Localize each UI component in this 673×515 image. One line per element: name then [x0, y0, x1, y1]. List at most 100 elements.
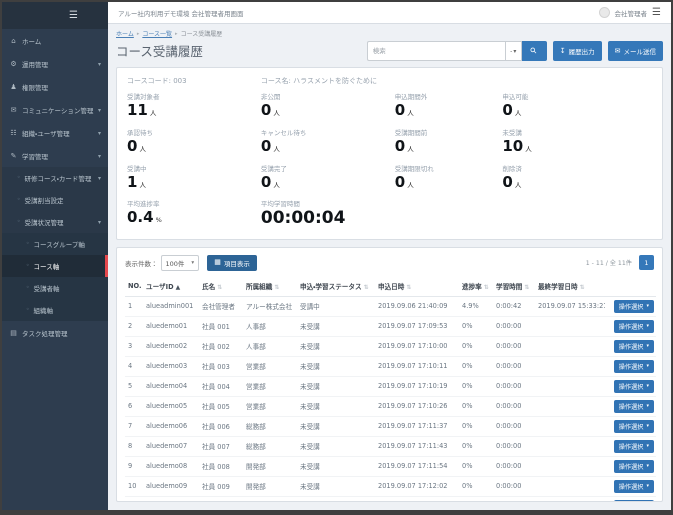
sort-icon[interactable]: ⇅ — [580, 284, 585, 291]
sort-icon[interactable]: ⇅ — [524, 284, 529, 291]
bullet-icon: ◦ — [26, 241, 30, 247]
cell-status: 未受講 — [297, 496, 375, 502]
sidebar-item[interactable]: ♟ ◦ 権限管理 ▾ — [2, 76, 108, 98]
sidebar-item[interactable]: ◦ コース軸 ▾ — [2, 255, 108, 277]
stat-unit: 人 — [515, 109, 522, 117]
cell-name: 社員 007 — [199, 436, 243, 456]
column-header[interactable]: ユーザID▲ — [143, 277, 199, 297]
row-action-button[interactable]: 操作選択 ▾ — [614, 460, 654, 473]
sidebar-item[interactable]: ✎ ◦ 学習管理 ▾ — [2, 145, 108, 167]
sidebar-item[interactable]: ◦ 研修コース・カード管理 ▾ — [2, 167, 108, 189]
cell-progress: 0% — [459, 496, 493, 502]
sidebar-hamburger-icon[interactable]: ☰ — [69, 11, 78, 21]
column-header[interactable]: 所属組織⇅ — [243, 277, 297, 297]
sidebar-item[interactable]: ◦ 組織軸 ▾ — [2, 299, 108, 321]
column-header[interactable]: 申込日時⇅ — [375, 277, 459, 297]
column-header[interactable]: 最終学習日時⇅ — [535, 277, 605, 297]
cell-name: 社員 004 — [199, 376, 243, 396]
breadcrumb-item[interactable]: コース一覧 — [142, 29, 172, 38]
topbar: アルー社内利用デモ環境 会社管理者用画面 会社管理者 ☰ — [108, 2, 671, 24]
column-header[interactable]: 進捗率⇅ — [459, 277, 493, 297]
sort-icon[interactable]: ⇅ — [217, 284, 222, 291]
sort-icon[interactable]: ▲ — [176, 284, 181, 291]
sidebar-menu: ⌂ ◦ ホーム ▾ ⚙ ◦ 運用管理 ▾ ♟ ◦ 権限管理 ▾ ✉ ◦ コミュニ… — [2, 29, 108, 344]
bullet-icon: ◦ — [17, 197, 21, 203]
column-header[interactable]: 学習時間⇅ — [493, 277, 535, 297]
sidebar-item[interactable]: ⚙ ◦ 運用管理 ▾ — [2, 53, 108, 75]
sort-icon[interactable]: ⇅ — [274, 284, 279, 291]
row-action-button[interactable]: 操作選択 ▾ — [614, 320, 654, 333]
cell-name: 社員 010 — [199, 496, 243, 502]
page-size-select[interactable]: 100件 ▾ — [161, 255, 200, 271]
row-action-button[interactable]: 操作選択 ▾ — [614, 380, 654, 393]
caret-down-icon: ▾ — [646, 303, 649, 309]
row-action-button[interactable]: 操作選択 ▾ — [614, 360, 654, 373]
row-action-button[interactable]: 操作選択 ▾ — [614, 440, 654, 453]
column-header[interactable] — [605, 277, 656, 297]
row-action-button[interactable]: 操作選択 ▾ — [614, 480, 654, 493]
search-group: - ▾ ⚲ — [367, 41, 547, 61]
search-input[interactable] — [367, 41, 505, 61]
column-header[interactable]: 氏名⇅ — [199, 277, 243, 297]
stat-label: 平均学習時間 — [261, 198, 395, 208]
caret-down-icon: ▾ — [646, 323, 649, 329]
sidebar-item[interactable]: ✉ ◦ コミュニケーション管理 ▾ — [2, 99, 108, 121]
user-name[interactable]: 会社管理者 — [615, 8, 648, 18]
course-code: コースコード: 003 — [127, 76, 261, 86]
cell-study-time: 0:00:00 — [493, 436, 535, 456]
cell-last-studied-at — [535, 316, 605, 336]
column-header[interactable]: NO. — [125, 277, 143, 297]
topbar-hamburger-icon[interactable]: ☰ — [652, 8, 661, 18]
sort-icon[interactable]: ⇅ — [406, 284, 411, 291]
sidebar-item[interactable]: ◦ 受講状況管理 ▾ — [2, 211, 108, 233]
cell-applied-at: 2019.09.07 17:09:53 — [375, 316, 459, 336]
cell-progress: 0% — [459, 416, 493, 436]
pagination-page-1[interactable]: 1 — [639, 255, 654, 270]
home-icon: ⌂ — [9, 37, 18, 45]
cell-no: 8 — [125, 436, 143, 456]
table-row: 11 aluedemo10 社員 010 開発部 未受講 2019.09.07 … — [125, 496, 656, 502]
cell-user-id: aluedemo08 — [143, 456, 199, 476]
row-action-button[interactable]: 操作選択 ▾ — [614, 300, 654, 313]
sidebar-item[interactable]: ☷ ◦ 組織・ユーザ管理 ▾ — [2, 122, 108, 144]
sort-icon[interactable]: ⇅ — [364, 284, 369, 291]
row-action-button[interactable]: 操作選択 ▾ — [614, 500, 654, 503]
row-action-button[interactable]: 操作選択 ▾ — [614, 340, 654, 353]
user-avatar[interactable] — [599, 7, 610, 18]
cell-study-time: 0:00:00 — [493, 456, 535, 476]
search-filter-dropdown[interactable]: - ▾ — [505, 41, 522, 61]
column-settings-button[interactable]: ▦ 項目表示 — [207, 255, 257, 271]
cell-user-id: aluedemo03 — [143, 356, 199, 376]
pencil-icon: ✎ — [9, 152, 18, 160]
sidebar-item[interactable]: ▤ ◦ タスク処理管理 ▾ — [2, 322, 108, 344]
sidebar-item[interactable]: ◦ 受講者軸 ▾ — [2, 277, 108, 299]
cell-progress: 0% — [459, 376, 493, 396]
cell-org: 総務部 — [243, 416, 297, 436]
sidebar-item[interactable]: ◦ 受講割当設定 ▾ — [2, 189, 108, 211]
cell-status: 未受講 — [297, 396, 375, 416]
sidebar-item[interactable]: ⌂ ◦ ホーム ▾ — [2, 30, 108, 52]
gear-icon: ⚙ — [9, 60, 18, 68]
row-action-button[interactable]: 操作選択 ▾ — [614, 420, 654, 433]
breadcrumb-item[interactable]: ホーム — [116, 29, 134, 38]
comments-icon: ✉ — [9, 106, 18, 114]
row-action-button[interactable]: 操作選択 ▾ — [614, 400, 654, 413]
breadcrumb-item[interactable]: コース受講履歴 — [181, 29, 223, 38]
cell-study-time: 0:00:00 — [493, 316, 535, 336]
tasks-icon: ▤ — [9, 329, 18, 337]
stat-label: 申込期間外 — [395, 91, 503, 101]
cell-user-id: aluedemo10 — [143, 496, 199, 502]
stat-card: 平均学習時間 00:00:04 — [261, 198, 395, 229]
history-export-button[interactable]: ↧ 履歴出力 — [553, 41, 602, 61]
search-button[interactable]: ⚲ — [522, 41, 547, 61]
mail-send-button[interactable]: ✉ メール送信 — [608, 41, 663, 61]
stat-label: 受講期間前 — [395, 127, 503, 137]
caret-down-icon: ▾ — [513, 48, 516, 55]
stat-card: 受講対象者 11人 — [127, 91, 261, 120]
chevron-down-icon: ▾ — [98, 175, 101, 182]
bullet-icon: ◦ — [17, 219, 21, 225]
stat-label: 非公開 — [261, 91, 395, 101]
sidebar-item[interactable]: ◦ コースグループ軸 ▾ — [2, 233, 108, 255]
sort-icon[interactable]: ⇅ — [484, 284, 489, 291]
column-header[interactable]: 申込・学習ステータス⇅ — [297, 277, 375, 297]
